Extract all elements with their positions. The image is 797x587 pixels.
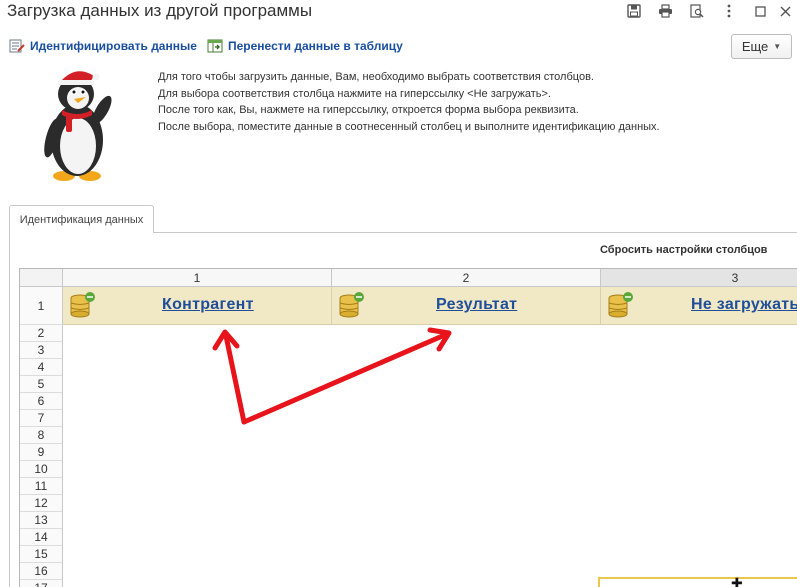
save-icon[interactable] [624,2,644,20]
row-header[interactable]: 16 [20,563,63,580]
column-mapping-cell[interactable]: Не загружать [601,287,797,325]
transfer-icon [207,38,223,54]
row-header[interactable]: 17 [20,580,63,587]
row-header[interactable]: 14 [20,529,63,546]
transfer-data-label: Перенести данные в таблицу [228,39,403,53]
title-bar: Загрузка данных из другой программы [0,0,797,26]
column-mapping-link[interactable]: Не загружать [691,296,797,314]
column-header[interactable]: 2 [332,269,601,287]
row-header[interactable]: 5 [20,376,63,393]
database-icon [66,290,98,322]
row-header[interactable]: 7 [20,410,63,427]
row-header[interactable]: 8 [20,427,63,444]
instruction-line: Для того чтобы загрузить данные, Вам, не… [158,71,594,83]
preview-icon[interactable] [687,2,707,20]
more-label: Еще [741,39,769,54]
row-header[interactable]: 4 [20,359,63,376]
transfer-data-button[interactable]: Перенести данные в таблицу [207,36,403,56]
column-mapping-link[interactable]: Результат [436,296,517,314]
data-grid: 1 2 3 1 Контрагент Результат Не загружат… [19,268,797,587]
column-header[interactable]: 1 [63,269,332,287]
print-icon[interactable] [655,2,675,20]
row-header[interactable]: 10 [20,461,63,478]
grid-corner [20,269,63,287]
crosshair-cursor-icon: ✚ [731,575,743,587]
row-header[interactable]: 2 [20,325,63,342]
tab-identification[interactable]: Идентификация данных [9,205,154,233]
row-header[interactable]: 15 [20,546,63,563]
more-button[interactable]: Еще ▼ [731,34,792,59]
reset-columns-link[interactable]: Сбросить настройки столбцов [600,244,767,256]
column-mapping-link[interactable]: Контрагент [162,296,254,314]
more-options-icon[interactable] [719,2,739,20]
row-header[interactable]: 13 [20,512,63,529]
identify-data-label: Идентифицировать данные [30,39,197,53]
row-header[interactable]: 9 [20,444,63,461]
database-icon [604,290,636,322]
close-icon[interactable] [775,2,795,20]
selected-cell-outline [598,577,797,587]
identify-data-button[interactable]: Идентифицировать данные [9,36,197,56]
column-mapping-cell[interactable]: Контрагент [63,287,332,325]
row-header[interactable]: 12 [20,495,63,512]
maximize-icon[interactable] [750,2,770,20]
instructions-text: Для того чтобы загрузить данные, Вам, не… [158,69,660,135]
row-header[interactable]: 11 [20,478,63,495]
row-header[interactable]: 1 [20,287,63,325]
row-header[interactable]: 6 [20,393,63,410]
instruction-line: После выбора, поместите данные в соотнес… [158,120,660,133]
instruction-line: После того как, Вы, нажмете на гиперссыл… [158,104,579,116]
row-header[interactable]: 3 [20,342,63,359]
database-icon [335,290,367,322]
instruction-line: Для выбора соответствия столбца нажмите … [158,87,551,100]
identify-icon [9,38,25,54]
column-mapping-cell[interactable]: Результат [332,287,601,325]
window-title: Загрузка данных из другой программы [7,1,313,20]
chevron-down-icon: ▼ [773,42,782,51]
penguin-mascot-image [40,68,130,186]
column-header[interactable]: 3 [601,269,797,287]
